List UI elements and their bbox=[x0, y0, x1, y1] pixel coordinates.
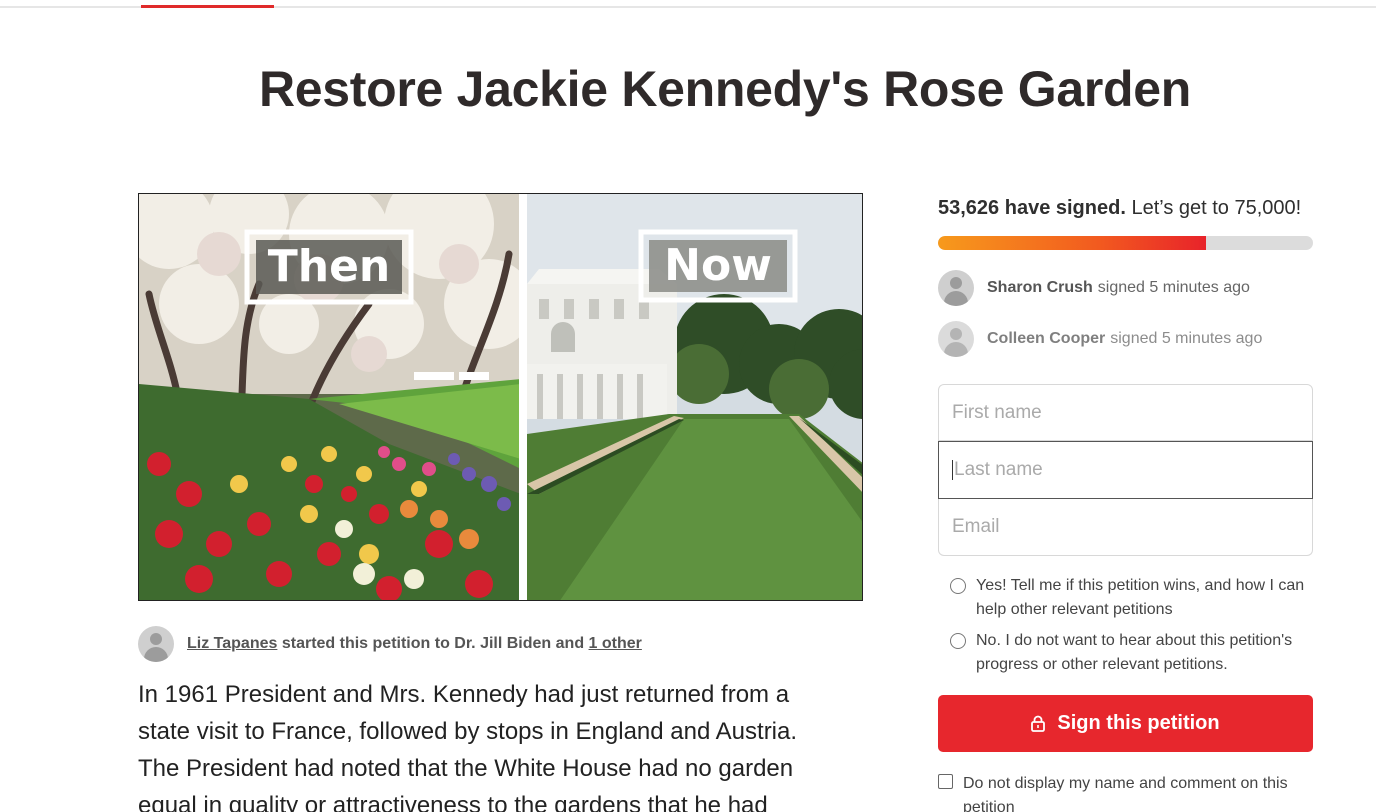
opt-in-no-label: No. I do not want to hear about this pet… bbox=[976, 632, 1293, 673]
author-target-text: started this petition to Dr. Jill Biden … bbox=[277, 635, 589, 652]
opt-in-no-radio[interactable] bbox=[950, 633, 966, 649]
first-name-placeholder: First name bbox=[952, 401, 1042, 423]
user-avatar-icon bbox=[938, 270, 974, 306]
hero-label-then: Then bbox=[267, 241, 391, 292]
recent-signer: Colleen Cooper signed 5 minutes ago bbox=[938, 321, 1262, 357]
lock-icon bbox=[1031, 715, 1046, 732]
signature-progress-bar bbox=[938, 236, 1313, 250]
petition-hero-image: Then Now bbox=[138, 193, 863, 601]
recent-signer: Sharon Crush signed 5 minutes ago bbox=[938, 270, 1250, 306]
opt-in-yes-option[interactable]: Yes! Tell me if this petition wins, and … bbox=[950, 574, 1310, 622]
signature-goal-text: Let’s get to 75,000! bbox=[1125, 197, 1302, 219]
email-field[interactable]: Email bbox=[938, 499, 1313, 556]
hide-name-label: Do not display my name and comment on th… bbox=[963, 775, 1288, 812]
first-name-field[interactable]: First name bbox=[938, 384, 1313, 441]
hero-label-now: Now bbox=[664, 240, 772, 291]
signature-progress-fill bbox=[938, 236, 1207, 250]
petition-starter-text: Liz Tapanes started this petition to Dr.… bbox=[187, 635, 642, 653]
user-avatar-icon bbox=[938, 321, 974, 357]
petition-description: In 1961 President and Mrs. Kennedy had j… bbox=[138, 681, 798, 812]
sign-petition-button[interactable]: Sign this petition bbox=[938, 695, 1313, 752]
signature-count: 53,626 have signed. Let’s get to 75,000! bbox=[938, 197, 1301, 220]
signer-time: signed 5 minutes ago bbox=[1110, 330, 1263, 347]
signer-time: signed 5 minutes ago bbox=[1097, 279, 1250, 296]
petition-starter-line: Liz Tapanes started this petition to Dr.… bbox=[138, 626, 642, 662]
signed-count-text: 53,626 have signed. bbox=[938, 197, 1126, 219]
text-caret bbox=[952, 460, 953, 480]
active-tab-indicator bbox=[141, 5, 274, 8]
page-title: Restore Jackie Kennedy's Rose Garden bbox=[258, 61, 1192, 117]
last-name-field[interactable]: Last name bbox=[938, 441, 1313, 499]
sign-button-label: Sign this petition bbox=[1057, 712, 1220, 734]
author-link[interactable]: Liz Tapanes bbox=[187, 635, 277, 652]
other-targets-link[interactable]: 1 other bbox=[589, 635, 642, 652]
opt-in-yes-label: Yes! Tell me if this petition wins, and … bbox=[976, 577, 1305, 618]
opt-in-yes-radio[interactable] bbox=[950, 578, 966, 594]
hide-name-checkbox[interactable] bbox=[938, 774, 953, 789]
signer-name: Colleen Cooper bbox=[987, 330, 1106, 347]
signer-name: Sharon Crush bbox=[987, 279, 1093, 296]
opt-in-no-option[interactable]: No. I do not want to hear about this pet… bbox=[950, 629, 1310, 677]
user-avatar-icon bbox=[138, 626, 174, 662]
hide-name-option[interactable]: Do not display my name and comment on th… bbox=[938, 772, 1313, 812]
email-placeholder: Email bbox=[952, 516, 1000, 537]
last-name-placeholder: Last name bbox=[954, 459, 1043, 480]
